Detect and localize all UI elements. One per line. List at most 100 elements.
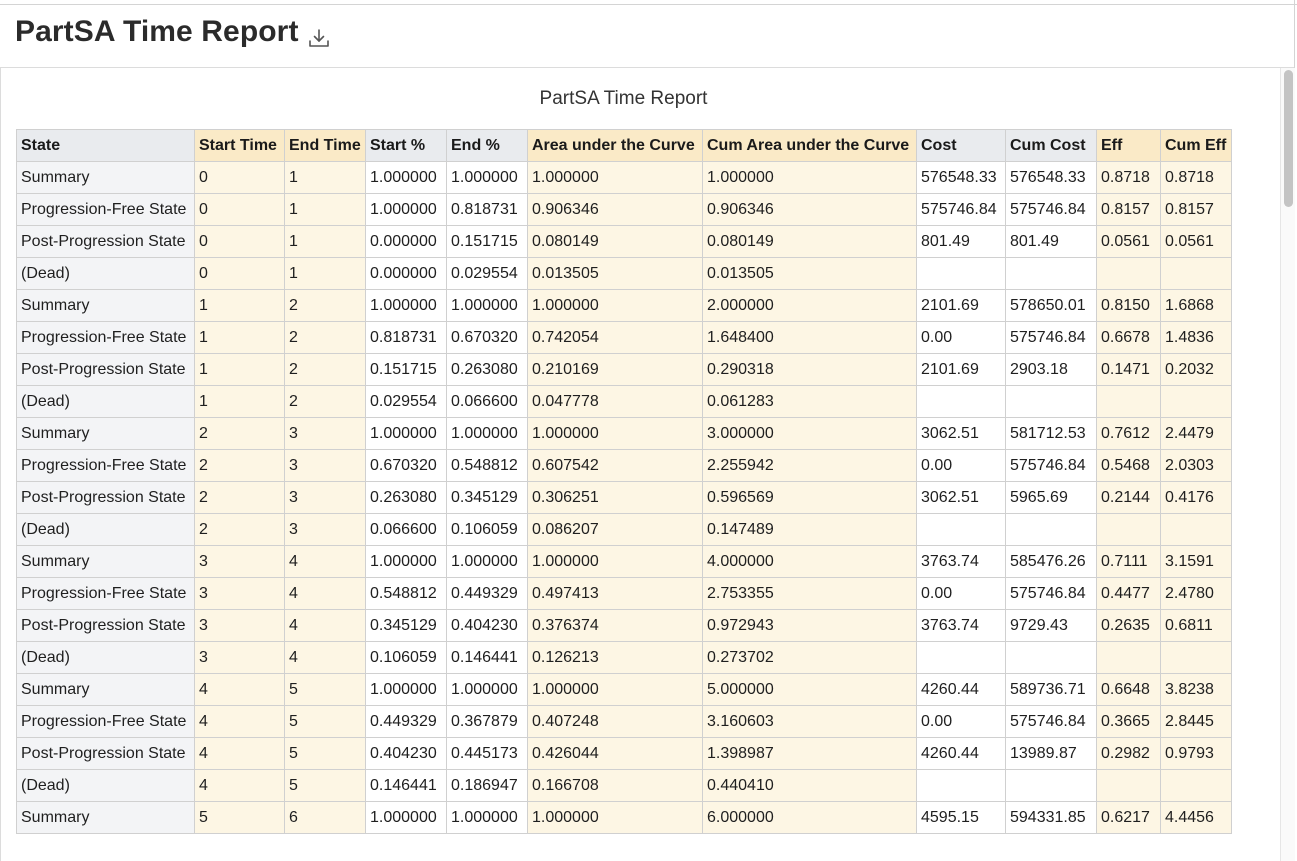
table-cell: 3.160603 xyxy=(702,705,917,738)
table-header-row: State Start Time End Time Start % End % Area … xyxy=(16,129,1232,162)
table-cell: 0.8150 xyxy=(1096,289,1161,322)
column-header[interactable]: Cum Cost xyxy=(1005,129,1097,162)
table-cell: 0.404230 xyxy=(446,609,528,642)
table-row: Progression-Free State 3 4 0.548812 0.449329… xyxy=(16,577,1232,610)
table-cell xyxy=(1096,385,1161,418)
page-title: PartSA Time Report xyxy=(15,15,299,48)
table-cell xyxy=(1096,641,1161,674)
table-cell: 4 xyxy=(194,769,285,802)
table-cell: 2 xyxy=(284,353,366,386)
column-header[interactable]: Start % xyxy=(365,129,447,162)
state-cell: (Dead) xyxy=(16,513,195,546)
table-cell: 1.000000 xyxy=(702,161,917,194)
table-cell xyxy=(1005,385,1097,418)
table-cell: 1 xyxy=(284,193,366,226)
table-row: Progression-Free State 2 3 0.670320 0.548812… xyxy=(16,449,1232,482)
table-cell: 1.000000 xyxy=(365,545,447,578)
table-cell xyxy=(916,385,1006,418)
table-cell: 3.8238 xyxy=(1160,673,1232,706)
table-cell: 1.000000 xyxy=(527,289,703,322)
table-cell: 0.146441 xyxy=(365,769,447,802)
table-cell: 3 xyxy=(194,609,285,642)
table-cell: 1 xyxy=(284,161,366,194)
column-header[interactable]: Cum Eff xyxy=(1160,129,1232,162)
report-table: State Start Time End Time Start % End % Area … xyxy=(16,129,1232,834)
table-cell: 2 xyxy=(284,289,366,322)
download-icon[interactable] xyxy=(306,25,332,51)
table-cell: 0.2635 xyxy=(1096,609,1161,642)
table-cell: 0.6648 xyxy=(1096,673,1161,706)
table-cell: 0.151715 xyxy=(365,353,447,386)
table-row: Post-Progression State 1 2 0.151715 0.263080… xyxy=(16,353,1232,386)
table-cell: 5 xyxy=(194,801,285,834)
table-cell: 2101.69 xyxy=(916,289,1006,322)
table-cell: 0.7612 xyxy=(1096,417,1161,450)
table-cell: 0.0561 xyxy=(1096,225,1161,258)
table-cell: 0.6217 xyxy=(1096,801,1161,834)
column-header[interactable]: End Time xyxy=(284,129,366,162)
table-cell: 0 xyxy=(194,161,285,194)
table-cell: 0.345129 xyxy=(365,609,447,642)
state-cell: Post-Progression State xyxy=(16,225,195,258)
column-header[interactable]: Cum Area under the Curve xyxy=(702,129,917,162)
state-cell: Progression-Free State xyxy=(16,577,195,610)
table-row: Post-Progression State 4 5 0.404230 0.445173… xyxy=(16,737,1232,770)
table-cell: 1.000000 xyxy=(527,417,703,450)
table-cell: 0.290318 xyxy=(702,353,917,386)
state-cell: (Dead) xyxy=(16,385,195,418)
table-cell: 0.548812 xyxy=(446,449,528,482)
table-cell: 3763.74 xyxy=(916,545,1006,578)
table-cell: 1.000000 xyxy=(446,801,528,834)
table-cell: 2 xyxy=(194,417,285,450)
table-cell: 2.753355 xyxy=(702,577,917,610)
table-cell: 4.000000 xyxy=(702,545,917,578)
table-cell: 0.146441 xyxy=(446,641,528,674)
table-cell: 1 xyxy=(284,225,366,258)
table-row: Summary 3 4 1.000000 1.000000 1.000000 4.00000… xyxy=(16,545,1232,578)
table-cell: 0.906346 xyxy=(527,193,703,226)
table-row: Post-Progression State 0 1 0.000000 0.151715… xyxy=(16,225,1232,258)
table-cell: 0.818731 xyxy=(365,321,447,354)
table-cell: 0.029554 xyxy=(365,385,447,418)
state-cell: (Dead) xyxy=(16,257,195,290)
state-cell: Post-Progression State xyxy=(16,737,195,770)
table-cell: 585476.26 xyxy=(1005,545,1097,578)
table-cell: 1.000000 xyxy=(527,673,703,706)
table-cell: 1.000000 xyxy=(527,545,703,578)
column-header[interactable]: State xyxy=(16,129,195,162)
table-cell: 3 xyxy=(194,545,285,578)
state-cell: Summary xyxy=(16,673,195,706)
table-cell: 0.906346 xyxy=(702,193,917,226)
table-cell: 1.000000 xyxy=(527,161,703,194)
table-cell: 0.166708 xyxy=(527,769,703,802)
table-row: Summary 2 3 1.000000 1.000000 1.000000 3.00000… xyxy=(16,417,1232,450)
column-header[interactable]: Eff xyxy=(1096,129,1161,162)
table-cell: 0.066600 xyxy=(446,385,528,418)
table-cell: 575746.84 xyxy=(1005,577,1097,610)
column-header[interactable]: End % xyxy=(446,129,528,162)
table-cell: 4 xyxy=(194,673,285,706)
table-cell xyxy=(916,769,1006,802)
column-header[interactable]: Area under the Curve xyxy=(527,129,703,162)
column-header[interactable]: Cost xyxy=(916,129,1006,162)
table-cell: 0.029554 xyxy=(446,257,528,290)
table-cell: 0.6811 xyxy=(1160,609,1232,642)
scrollbar-thumb[interactable] xyxy=(1284,70,1293,207)
table-cell: 4 xyxy=(194,737,285,770)
column-header[interactable]: Start Time xyxy=(194,129,285,162)
table-cell: 0.106059 xyxy=(365,641,447,674)
table-row: Progression-Free State 0 1 1.000000 0.818731… xyxy=(16,193,1232,226)
table-cell: 1.000000 xyxy=(446,545,528,578)
vertical-scrollbar[interactable] xyxy=(1280,68,1295,861)
table-cell: 1.000000 xyxy=(365,417,447,450)
table-cell: 1.6868 xyxy=(1160,289,1232,322)
table-cell: 1.000000 xyxy=(365,161,447,194)
table-cell: 5 xyxy=(284,673,366,706)
table-cell: 0.00 xyxy=(916,321,1006,354)
table-cell: 0.8157 xyxy=(1096,193,1161,226)
table-cell: 2 xyxy=(194,513,285,546)
table-cell: 0 xyxy=(194,257,285,290)
table-cell: 0.345129 xyxy=(446,481,528,514)
table-cell: 4260.44 xyxy=(916,737,1006,770)
table-cell: 0.080149 xyxy=(527,225,703,258)
